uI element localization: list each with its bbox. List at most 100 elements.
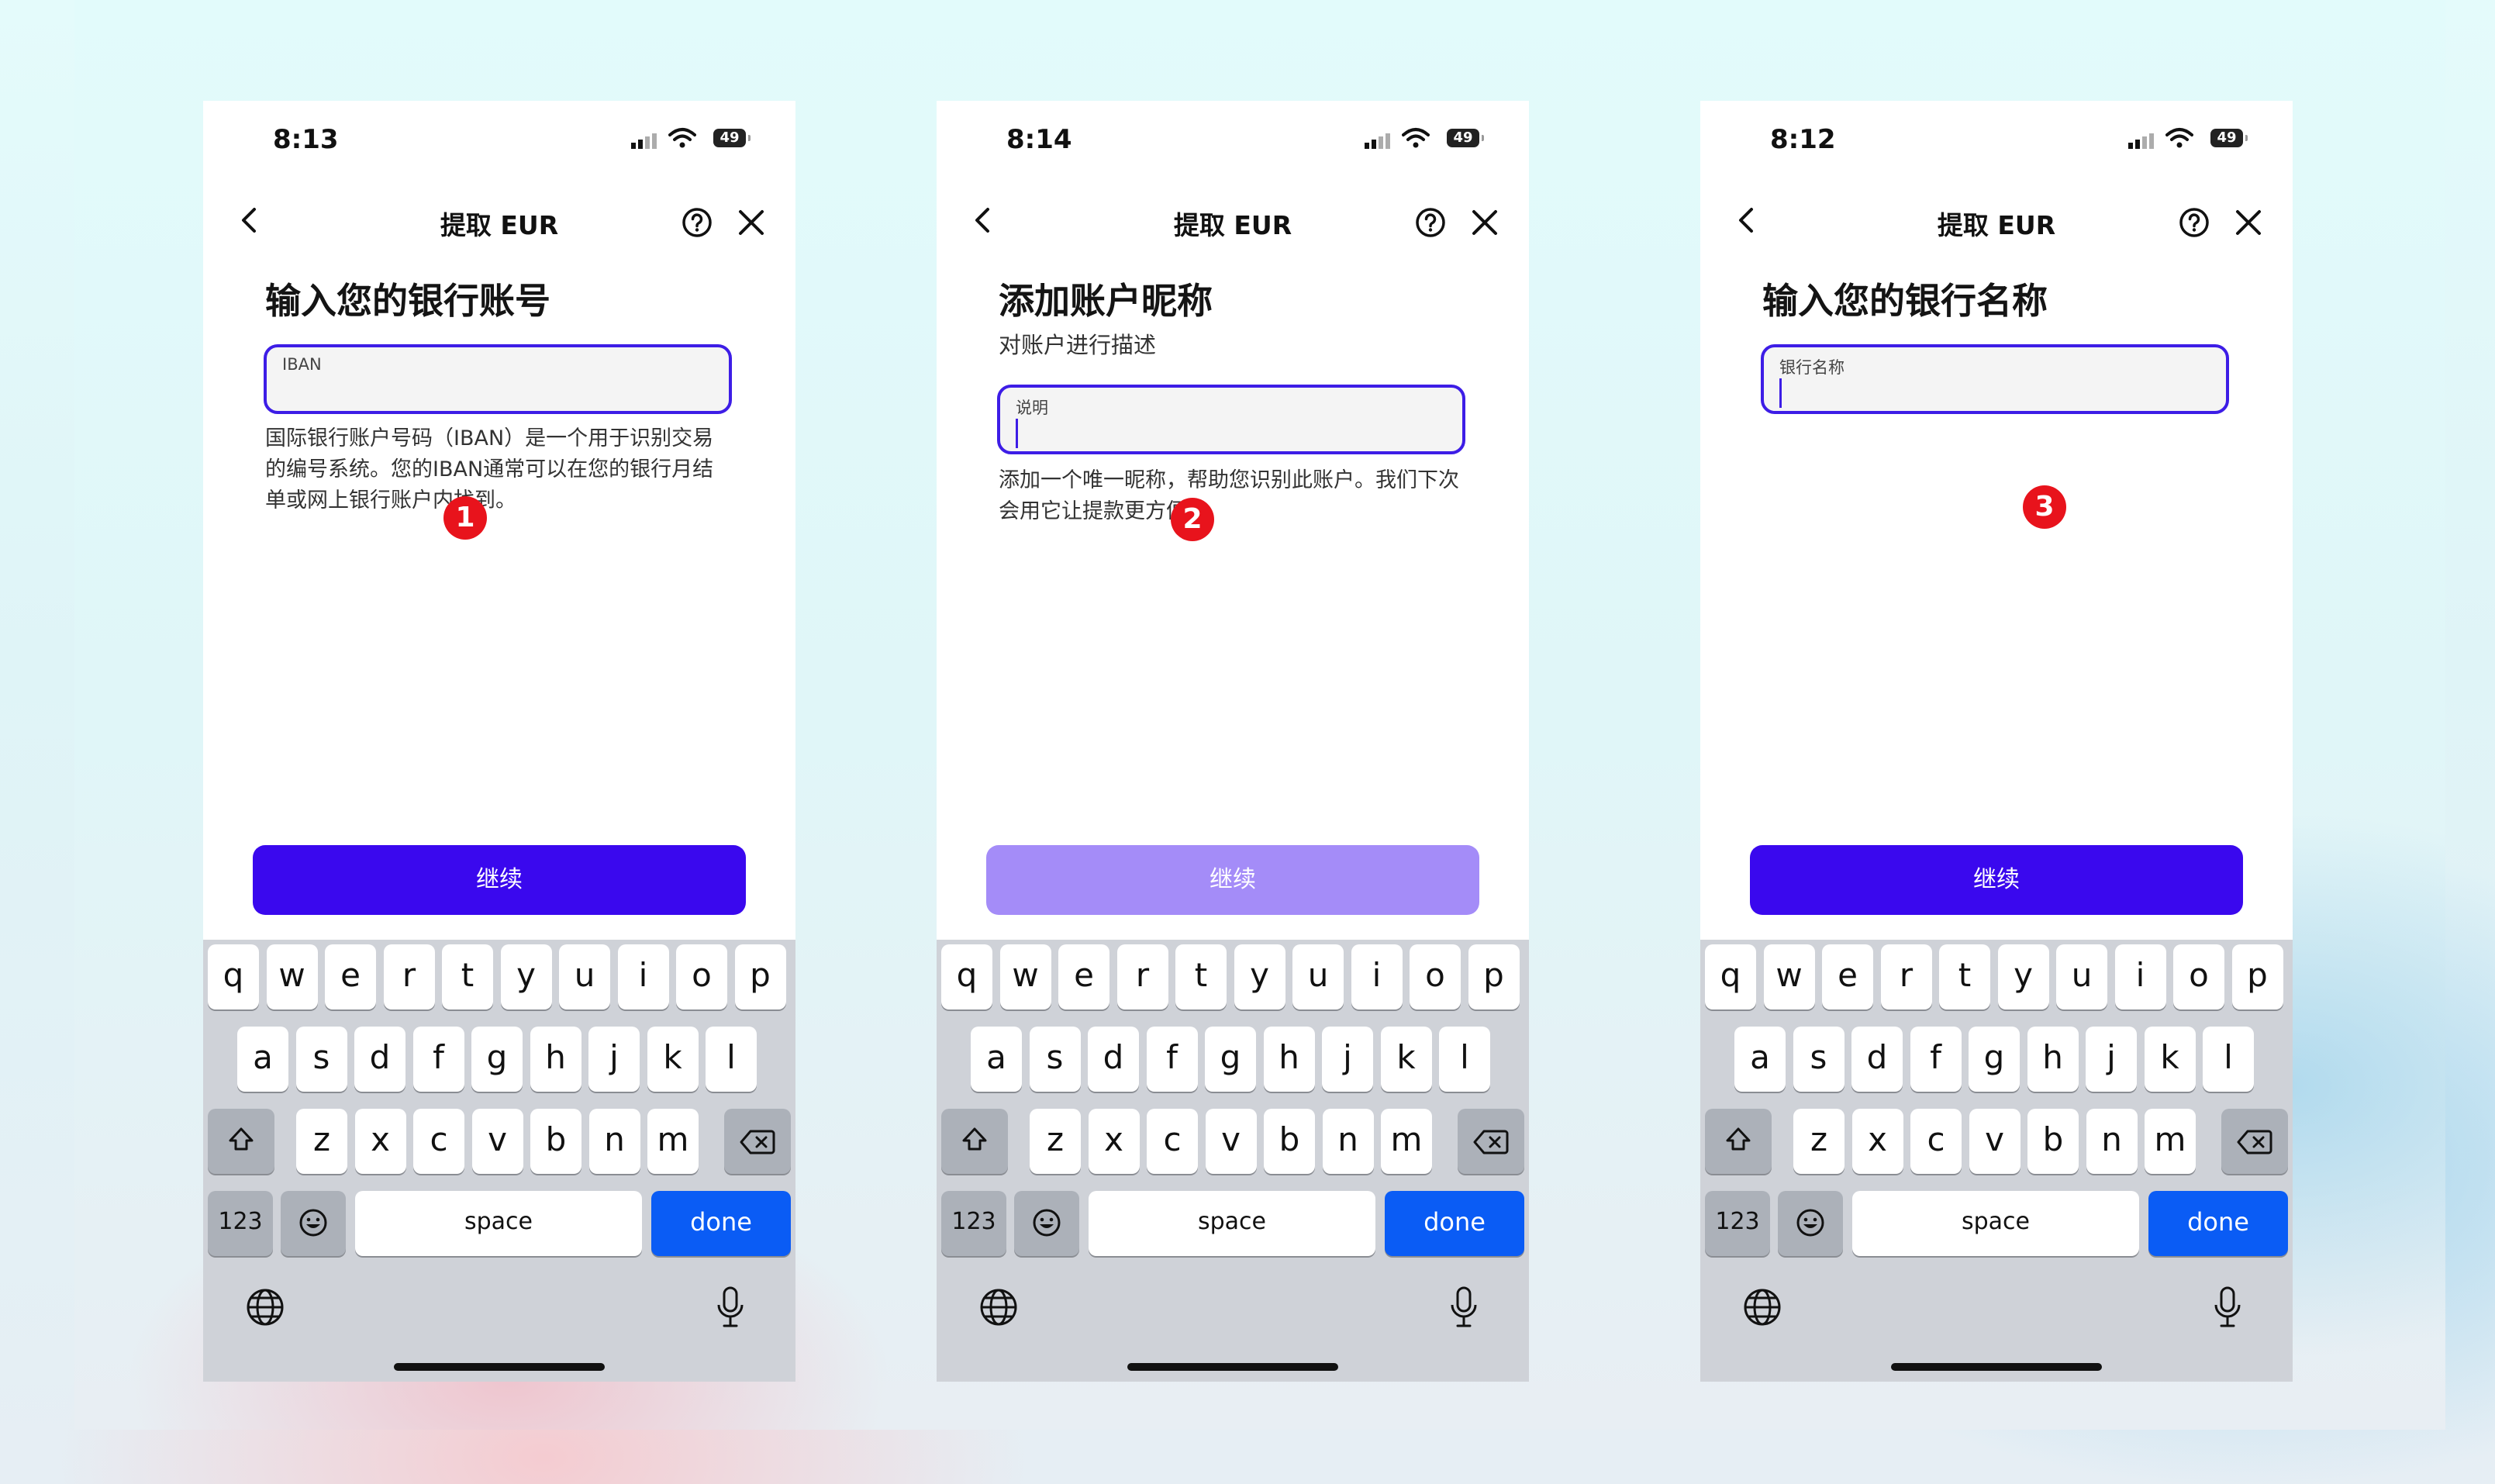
continue-button[interactable]: 继续 <box>1750 845 2243 915</box>
numbers-key[interactable]: 123 <box>941 1191 1006 1256</box>
globe-icon[interactable] <box>245 1287 285 1330</box>
key-n[interactable]: n <box>1322 1109 1374 1174</box>
numbers-key[interactable]: 123 <box>1705 1191 1770 1256</box>
key-f[interactable]: f <box>1910 1027 1962 1092</box>
key-g[interactable]: g <box>1205 1027 1256 1092</box>
key-i[interactable]: i <box>617 944 669 1009</box>
space-key[interactable]: space <box>1852 1191 2139 1256</box>
key-t[interactable]: t <box>442 944 493 1009</box>
key-q[interactable]: q <box>208 944 259 1009</box>
key-r[interactable]: r <box>383 944 435 1009</box>
key-t[interactable]: t <box>1939 944 1990 1009</box>
key-l[interactable]: l <box>706 1027 757 1092</box>
key-u[interactable]: u <box>559 944 610 1009</box>
key-d[interactable]: d <box>354 1027 405 1092</box>
shift-icon[interactable] <box>208 1109 274 1174</box>
key-j[interactable]: j <box>1322 1027 1373 1092</box>
key-l[interactable]: l <box>2203 1027 2254 1092</box>
key-a[interactable]: a <box>237 1027 288 1092</box>
numbers-key[interactable]: 123 <box>208 1191 273 1256</box>
microphone-icon[interactable] <box>715 1286 746 1332</box>
key-r[interactable]: r <box>1116 944 1168 1009</box>
key-z[interactable]: z <box>1030 1109 1081 1174</box>
key-k[interactable]: k <box>1380 1027 1432 1092</box>
key-y[interactable]: y <box>500 944 552 1009</box>
text-input-field[interactable]: IBAN <box>264 344 732 414</box>
key-t[interactable]: t <box>1175 944 1227 1009</box>
key-w[interactable]: w <box>266 944 318 1009</box>
continue-button[interactable]: 继续 <box>986 845 1479 915</box>
globe-icon[interactable] <box>1742 1287 1782 1330</box>
microphone-icon[interactable] <box>2212 1286 2243 1332</box>
help-icon[interactable] <box>2178 206 2210 242</box>
key-q[interactable]: q <box>1705 944 1756 1009</box>
key-a[interactable]: a <box>971 1027 1022 1092</box>
key-w[interactable]: w <box>1763 944 1815 1009</box>
emoji-icon[interactable] <box>1014 1191 1079 1256</box>
backspace-icon[interactable] <box>2221 1109 2288 1174</box>
key-h[interactable]: h <box>530 1027 581 1092</box>
key-g[interactable]: g <box>471 1027 523 1092</box>
shift-icon[interactable] <box>1705 1109 1772 1174</box>
continue-button[interactable]: 继续 <box>253 845 746 915</box>
close-icon[interactable] <box>735 206 768 242</box>
key-b[interactable]: b <box>530 1109 581 1174</box>
key-p[interactable]: p <box>1468 944 1520 1009</box>
key-o[interactable]: o <box>676 944 727 1009</box>
emoji-icon[interactable] <box>1778 1191 1843 1256</box>
key-c[interactable]: c <box>413 1109 464 1174</box>
key-d[interactable]: d <box>1851 1027 1903 1092</box>
help-icon[interactable] <box>681 206 713 242</box>
key-e[interactable]: e <box>325 944 376 1009</box>
key-y[interactable]: y <box>1234 944 1285 1009</box>
microphone-icon[interactable] <box>1448 1286 1479 1332</box>
key-z[interactable]: z <box>1793 1109 1845 1174</box>
key-e[interactable]: e <box>1058 944 1109 1009</box>
key-k[interactable]: k <box>2144 1027 2196 1092</box>
key-q[interactable]: q <box>941 944 992 1009</box>
key-s[interactable]: s <box>1793 1027 1845 1092</box>
done-key[interactable]: done <box>1385 1191 1524 1256</box>
key-s[interactable]: s <box>295 1027 347 1092</box>
done-key[interactable]: done <box>2148 1191 2288 1256</box>
key-m[interactable]: m <box>2145 1109 2196 1174</box>
key-x[interactable]: x <box>1088 1109 1140 1174</box>
help-icon[interactable] <box>1414 206 1447 242</box>
key-w[interactable]: w <box>999 944 1051 1009</box>
key-x[interactable]: x <box>1851 1109 1903 1174</box>
close-icon[interactable] <box>1468 206 1501 242</box>
key-f[interactable]: f <box>1146 1027 1198 1092</box>
key-n[interactable]: n <box>2086 1109 2138 1174</box>
key-y[interactable]: y <box>1997 944 2049 1009</box>
key-h[interactable]: h <box>2027 1027 2079 1092</box>
key-s[interactable]: s <box>1029 1027 1081 1092</box>
key-k[interactable]: k <box>647 1027 699 1092</box>
key-l[interactable]: l <box>1439 1027 1490 1092</box>
key-r[interactable]: r <box>1880 944 1932 1009</box>
key-a[interactable]: a <box>1734 1027 1786 1092</box>
globe-icon[interactable] <box>978 1287 1019 1330</box>
key-f[interactable]: f <box>412 1027 464 1092</box>
key-o[interactable]: o <box>1410 944 1461 1009</box>
key-j[interactable]: j <box>2086 1027 2137 1092</box>
key-m[interactable]: m <box>1381 1109 1432 1174</box>
key-x[interactable]: x <box>354 1109 406 1174</box>
key-d[interactable]: d <box>1088 1027 1139 1092</box>
key-c[interactable]: c <box>1910 1109 1962 1174</box>
key-g[interactable]: g <box>1969 1027 2020 1092</box>
key-u[interactable]: u <box>2056 944 2107 1009</box>
key-b[interactable]: b <box>1264 1109 1315 1174</box>
key-v[interactable]: v <box>1205 1109 1257 1174</box>
key-n[interactable]: n <box>588 1109 640 1174</box>
key-o[interactable]: o <box>2173 944 2224 1009</box>
done-key[interactable]: done <box>651 1191 791 1256</box>
space-key[interactable]: space <box>1089 1191 1375 1256</box>
key-j[interactable]: j <box>588 1027 640 1092</box>
key-h[interactable]: h <box>1263 1027 1315 1092</box>
key-u[interactable]: u <box>1292 944 1344 1009</box>
emoji-icon[interactable] <box>281 1191 346 1256</box>
key-c[interactable]: c <box>1147 1109 1198 1174</box>
key-i[interactable]: i <box>2114 944 2166 1009</box>
close-icon[interactable] <box>2232 206 2265 242</box>
space-key[interactable]: space <box>355 1191 642 1256</box>
